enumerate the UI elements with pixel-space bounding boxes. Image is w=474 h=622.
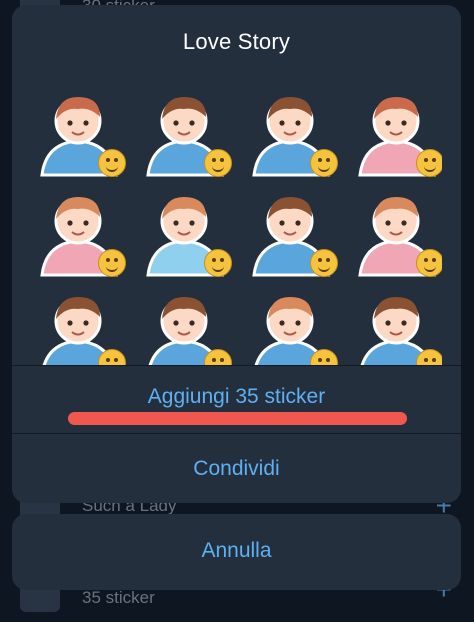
sticker-couple-laughing[interactable] — [32, 85, 126, 177]
laughing-emoji-icon — [98, 149, 126, 177]
sticker-couple-heart[interactable] — [32, 285, 126, 365]
sticker-girl-waving[interactable] — [32, 185, 126, 277]
shrug-emoji-icon — [204, 249, 232, 277]
sticker-boy-shocked[interactable] — [244, 85, 338, 177]
popcorn-emoji-icon — [416, 349, 442, 365]
sticker-set-title: Love Story — [182, 29, 291, 54]
sticker-count-label: 35 sticker — [82, 588, 155, 607]
divider — [12, 365, 461, 366]
sticker-couple-cinema[interactable] — [350, 285, 442, 365]
sticker-girl-shrugging[interactable] — [138, 185, 232, 277]
cancel-sheet: Annulla — [12, 514, 461, 590]
kiss-emoji-icon — [204, 149, 232, 177]
thumbs-up-emoji-icon — [416, 149, 442, 177]
thinking-emoji-icon — [310, 249, 338, 277]
sticker-girl-kissing-boy[interactable] — [244, 285, 338, 365]
sticker-set-sheet: Love Story Aggiungi 35 sticker Condividi — [12, 5, 461, 503]
sticker-boy-thinking[interactable] — [244, 185, 338, 277]
sticker-grid — [32, 77, 442, 365]
cancel-button[interactable]: Annulla — [12, 539, 461, 563]
sticker-girl-framed-angry[interactable] — [350, 185, 442, 277]
add-stickers-button[interactable]: Aggiungi 35 sticker — [12, 385, 461, 409]
share-button[interactable]: Condividi — [12, 457, 461, 481]
angry-emoji-icon — [416, 249, 442, 277]
fearful-emoji-icon — [310, 149, 338, 177]
highlight-annotation — [68, 412, 407, 425]
sticker-boy-arrow-heart-eyes[interactable] — [138, 285, 232, 365]
sticker-couple-thumbs-up[interactable] — [350, 85, 442, 177]
divider — [12, 433, 461, 434]
waving-hand-emoji-icon — [98, 249, 126, 277]
sticker-boy-blowing-kiss[interactable] — [138, 85, 232, 177]
